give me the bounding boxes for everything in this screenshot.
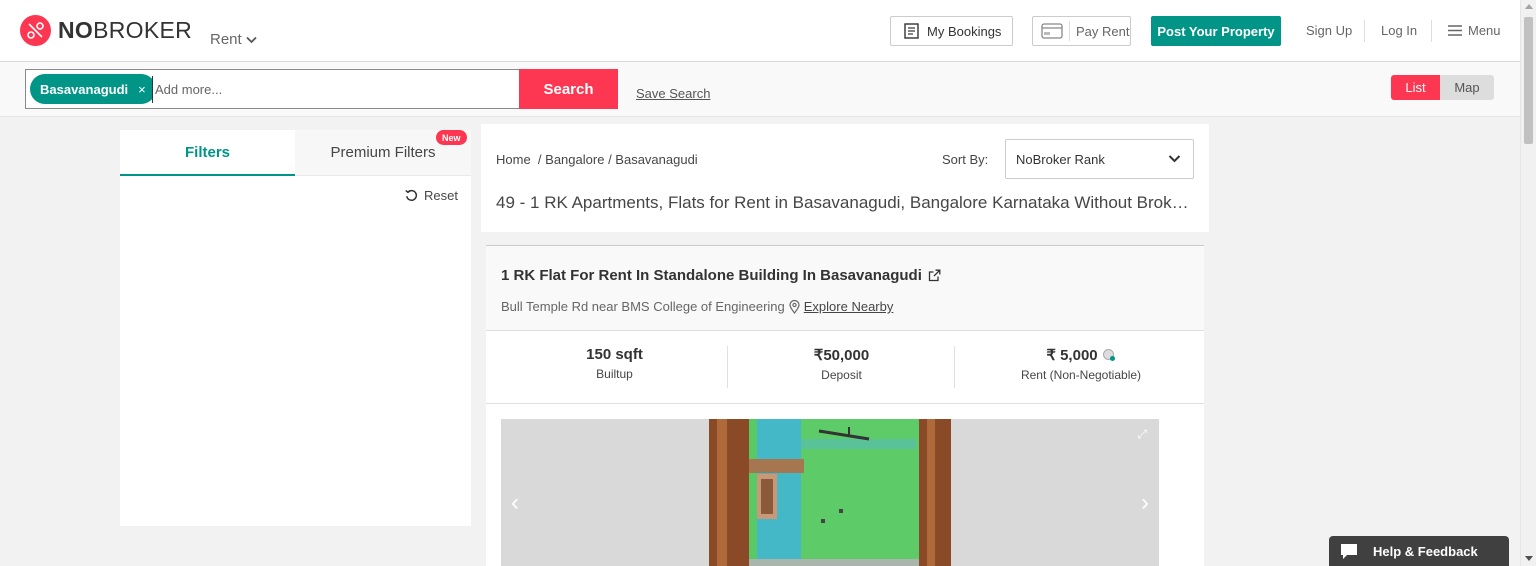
- post-property-label: Post Your Property: [1157, 23, 1275, 39]
- sign-up-link[interactable]: Sign Up: [1306, 23, 1352, 38]
- log-in-link[interactable]: Log In: [1381, 23, 1417, 38]
- property-gallery[interactable]: ‹ › ⤢: [501, 419, 1159, 566]
- stat-value: ₹50,000: [813, 347, 870, 364]
- property-photo: [709, 419, 951, 566]
- property-title-link[interactable]: 1 RK Flat For Rent In Standalone Buildin…: [501, 267, 941, 284]
- gallery-prev-arrow-icon[interactable]: ‹: [511, 489, 519, 517]
- bookings-icon: [904, 23, 919, 39]
- locality-chip[interactable]: Basavanagudi ×: [30, 74, 156, 104]
- breadcrumb: Home / Bangalore / Basavanagudi: [496, 152, 698, 167]
- stat-deposit: ₹50,000 Deposit: [728, 346, 955, 388]
- chevron-down-icon: [1168, 155, 1181, 163]
- my-bookings-label: My Bookings: [927, 23, 1002, 39]
- filters-panel: Filters Premium Filters New Reset: [120, 130, 471, 526]
- scroll-down-arrow-icon[interactable]: [1525, 556, 1533, 561]
- view-toggle: List Map: [1391, 75, 1494, 100]
- stat-label: Builtup: [596, 367, 633, 381]
- chat-bubble-icon: [1341, 543, 1357, 559]
- property-title: 1 RK Flat For Rent In Standalone Buildin…: [501, 267, 922, 284]
- property-stats: 150 sqft Builtup ₹50,000 Deposit ₹ 5,000…: [486, 332, 1204, 404]
- rent-info-icon: [1102, 349, 1115, 361]
- explore-nearby-link[interactable]: Explore Nearby: [804, 299, 894, 314]
- nav-divider: [1431, 20, 1432, 42]
- hamburger-icon: [1448, 25, 1462, 36]
- property-address: Bull Temple Rd near BMS College of Engin…: [501, 299, 893, 314]
- pay-rent-separator: [1069, 21, 1070, 41]
- rent-dropdown-label: Rent: [210, 31, 242, 48]
- stat-label: Deposit: [821, 368, 862, 382]
- help-feedback-label: Help & Feedback: [1373, 543, 1478, 559]
- expand-icon[interactable]: ⤢: [1137, 427, 1147, 442]
- search-input[interactable]: [152, 76, 512, 103]
- scrollbar-thumb[interactable]: [1524, 17, 1533, 144]
- sort-value: NoBroker Rank: [1016, 151, 1105, 167]
- top-navbar: NOBROKER Rent My Bookings Pay Rent Post …: [0, 0, 1520, 62]
- breadcrumb-home[interactable]: Home: [496, 152, 531, 167]
- sort-label: Sort By:: [942, 152, 989, 167]
- results-header: Home / Bangalore / Basavanagudi Sort By:…: [481, 124, 1209, 232]
- pay-rent-button[interactable]: Pay Rent: [1032, 16, 1131, 46]
- property-card-header: 1 RK Flat For Rent In Standalone Buildin…: [486, 246, 1204, 331]
- logo-text: NOBROKER: [58, 17, 193, 43]
- logo-icon: [20, 15, 51, 46]
- close-icon[interactable]: ×: [138, 82, 146, 97]
- help-feedback-button[interactable]: Help & Feedback: [1329, 536, 1509, 566]
- nav-divider: [1364, 20, 1365, 42]
- post-property-button[interactable]: Post Your Property: [1151, 16, 1281, 46]
- sort-dropdown[interactable]: NoBroker Rank: [1005, 139, 1194, 179]
- breadcrumb-city[interactable]: Bangalore: [545, 152, 604, 167]
- chevron-down-icon: [246, 36, 257, 43]
- map-view-button[interactable]: Map: [1440, 75, 1494, 100]
- rent-dropdown[interactable]: Rent: [210, 31, 257, 48]
- scroll-up-arrow-icon[interactable]: [1525, 4, 1533, 9]
- list-view-button[interactable]: List: [1391, 75, 1440, 100]
- menu-button[interactable]: Menu: [1448, 23, 1501, 38]
- breadcrumb-separator: /: [534, 152, 546, 167]
- search-bar: Basavanagudi × Search Save Search List M…: [0, 62, 1520, 117]
- stat-label: Rent (Non-Negotiable): [1020, 368, 1142, 382]
- stat-value: 150 sqft: [586, 346, 643, 363]
- my-bookings-button[interactable]: My Bookings: [890, 16, 1013, 46]
- search-box: Basavanagudi ×: [25, 69, 520, 109]
- breadcrumb-locality[interactable]: Basavanagudi: [615, 152, 697, 167]
- page-scrollbar[interactable]: [1520, 0, 1536, 566]
- results-title: 49 - 1 RK Apartments, Flats for Rent in …: [496, 193, 1196, 212]
- save-search-link[interactable]: Save Search: [636, 86, 710, 101]
- gallery-next-arrow-icon[interactable]: ›: [1141, 489, 1149, 517]
- reset-button[interactable]: Reset: [405, 188, 458, 203]
- pay-rent-label: Pay Rent: [1076, 23, 1130, 39]
- stat-builtup: 150 sqft Builtup: [501, 346, 728, 388]
- property-card[interactable]: 1 RK Flat For Rent In Standalone Buildin…: [486, 245, 1204, 566]
- stat-value: ₹ 5,000: [1046, 347, 1098, 364]
- new-badge: New: [436, 130, 467, 145]
- stat-rent: ₹ 5,000 Rent (Non-Negotiable): [955, 346, 1207, 388]
- card-icon: [1041, 23, 1063, 39]
- nobroker-logo[interactable]: NOBROKER: [20, 15, 192, 46]
- tab-filters[interactable]: Filters: [120, 130, 295, 176]
- locality-chip-label: Basavanagudi: [40, 81, 129, 97]
- location-pin-icon: [789, 299, 800, 314]
- search-button[interactable]: Search: [519, 69, 618, 109]
- external-link-icon: [928, 269, 941, 282]
- address-text: Bull Temple Rd near BMS College of Engin…: [501, 299, 785, 314]
- stat-value-row: ₹ 5,000: [955, 346, 1207, 364]
- reset-label: Reset: [424, 188, 458, 203]
- reset-icon: [405, 189, 418, 201]
- menu-label: Menu: [1468, 23, 1501, 38]
